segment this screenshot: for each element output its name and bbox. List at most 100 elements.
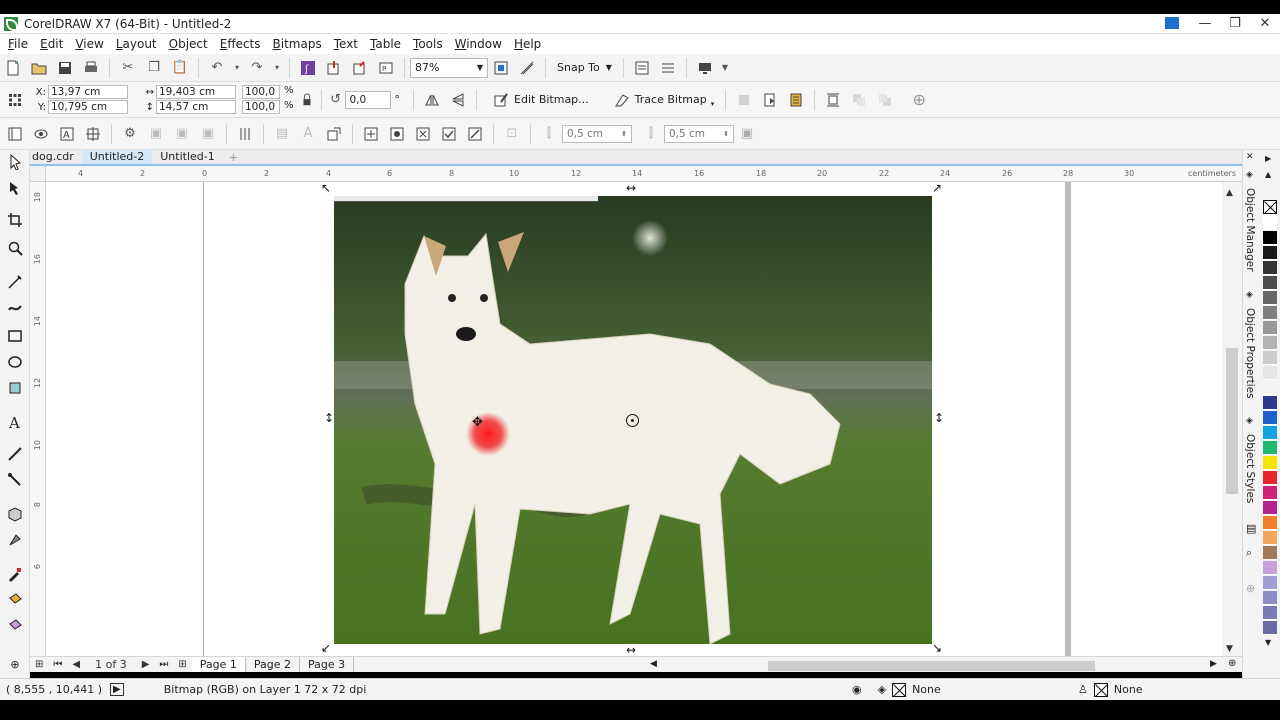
color-swatch[interactable]: [1263, 306, 1277, 320]
guidelines-icon[interactable]: [82, 123, 104, 145]
color-swatch[interactable]: [1263, 411, 1277, 425]
artistic-media-tool-icon[interactable]: [5, 298, 25, 318]
color-swatch[interactable]: [1263, 246, 1277, 260]
scale-y-input[interactable]: 100,0: [242, 100, 280, 114]
color-swatch[interactable]: [1263, 591, 1277, 605]
interactive-fill-icon[interactable]: [5, 590, 25, 610]
edit-node-icon[interactable]: [464, 123, 486, 145]
color-swatch[interactable]: [1263, 216, 1277, 230]
export-icon[interactable]: [349, 57, 371, 79]
color-swatch[interactable]: [1263, 396, 1277, 410]
page-tab-1[interactable]: Page 1: [191, 657, 246, 672]
rotation-center-marker[interactable]: [626, 414, 639, 427]
color-swatch[interactable]: [1263, 336, 1277, 350]
color-swatch[interactable]: [1263, 261, 1277, 275]
minimize-button[interactable]: —: [1190, 16, 1220, 31]
maximize-button[interactable]: ❐: [1220, 16, 1250, 31]
menu-bitmaps[interactable]: Bitmaps: [267, 37, 328, 51]
palette-scroll-down-icon[interactable]: ▼: [1265, 638, 1271, 647]
horizontal-scroll-thumb[interactable]: [768, 661, 1095, 671]
rotate-handle-bottom-right[interactable]: ↘: [932, 642, 942, 654]
fit-frame-icon[interactable]: [412, 123, 434, 145]
menu-layout[interactable]: Layout: [110, 37, 163, 51]
panel-icon[interactable]: ▤: [1246, 522, 1256, 535]
undo-icon[interactable]: ↶: [206, 57, 228, 79]
options-icon[interactable]: [631, 57, 653, 79]
align-center-icon[interactable]: [360, 123, 382, 145]
resample-icon[interactable]: [759, 89, 781, 111]
menu-table[interactable]: Table: [364, 37, 407, 51]
eyedropper-tool-icon[interactable]: [5, 564, 25, 584]
skew-handle-bottom[interactable]: ↔: [626, 644, 636, 656]
add-tab-icon[interactable]: +: [223, 151, 244, 164]
to-front-icon[interactable]: [848, 89, 870, 111]
scroll-right-icon[interactable]: ▶: [1210, 659, 1217, 669]
drawing-canvas[interactable]: ↖ ↔ ↗ ↕ ↕ ↙ ↔ ↘ ✥: [46, 182, 1222, 656]
menu-text[interactable]: Text: [328, 37, 364, 51]
color-swatch[interactable]: [1263, 471, 1277, 485]
scroll-left-icon[interactable]: ◀: [650, 659, 657, 669]
redo-dropdown-icon[interactable]: ▾: [272, 57, 282, 79]
transparency-tool-icon[interactable]: [5, 530, 25, 550]
color-swatch[interactable]: [1263, 366, 1277, 380]
docker-tab-object-manager[interactable]: Object Manager: [1244, 188, 1256, 272]
palette-scroll-up-icon[interactable]: ▲: [1265, 170, 1271, 179]
zoom-level-select[interactable]: 87% ▼: [410, 57, 488, 78]
add-tool-icon[interactable]: ⊕: [5, 654, 25, 674]
stroke-indicator[interactable]: ♙ None: [1078, 682, 1143, 697]
no-color-swatch[interactable]: [1263, 200, 1277, 214]
rotate-handle-top-left[interactable]: ↖: [321, 182, 331, 194]
tab-untitled-2[interactable]: Untitled-2: [81, 150, 153, 164]
menu-edit[interactable]: Edit: [34, 37, 69, 51]
application-launcher-icon[interactable]: [657, 57, 679, 79]
menu-window[interactable]: Window: [449, 37, 508, 51]
crop-bitmap-icon[interactable]: [733, 89, 755, 111]
full-screen-icon[interactable]: [490, 57, 512, 79]
undo-dropdown-icon[interactable]: ▾: [232, 57, 242, 79]
pick-tool-icon[interactable]: [5, 152, 25, 172]
offset-options-icon[interactable]: ▣: [736, 123, 758, 145]
page-tab-3[interactable]: Page 3: [300, 657, 355, 672]
menu-tools[interactable]: Tools: [407, 37, 449, 51]
polygon-tool-icon[interactable]: [5, 378, 25, 398]
horizontal-scrollbar[interactable]: ◀ ▶ ⊕: [650, 658, 1250, 671]
connector-tool-icon[interactable]: [5, 470, 25, 490]
vertical-scrollbar[interactable]: ▲ ▼: [1222, 182, 1242, 656]
page-tab-2[interactable]: Page 2: [246, 657, 301, 672]
vertical-scroll-thumb[interactable]: [1226, 348, 1238, 494]
color-swatch[interactable]: [1263, 381, 1277, 395]
bitmap-color-mask-icon[interactable]: [785, 89, 807, 111]
docker-tab-object-properties[interactable]: Object Properties: [1244, 308, 1256, 399]
color-swatch[interactable]: [1263, 351, 1277, 365]
search-icon[interactable]: ⌕: [1246, 546, 1252, 560]
y-position-input[interactable]: 10,795 cm: [48, 100, 128, 114]
docker-tab-object-styles[interactable]: Object Styles: [1244, 434, 1256, 503]
paste-icon[interactable]: 📋: [169, 57, 191, 79]
close-icon[interactable]: ✕: [1246, 152, 1254, 162]
object-origin-icon[interactable]: [4, 89, 26, 111]
search-content-icon[interactable]: ʃ: [297, 57, 319, 79]
redo-icon[interactable]: ↷: [246, 57, 268, 79]
view-icon[interactable]: [30, 123, 52, 145]
zoom-navigator-icon[interactable]: ⊕: [1228, 658, 1236, 669]
horizontal-offset-input[interactable]: 0,5 cm ⬍: [562, 124, 632, 143]
menu-object[interactable]: Object: [163, 37, 214, 51]
previous-page-icon[interactable]: ◀: [72, 659, 80, 670]
scroll-up-icon[interactable]: ▲: [1226, 188, 1233, 198]
wrap-text-icon[interactable]: [822, 89, 844, 111]
dimension-tool-icon[interactable]: [5, 444, 25, 464]
freehand-tool-icon[interactable]: [5, 272, 25, 292]
check-icon[interactable]: [438, 123, 460, 145]
open-folder-icon[interactable]: [28, 57, 50, 79]
color-swatch[interactable]: [1263, 321, 1277, 335]
width-input[interactable]: 19,403 cm: [156, 85, 236, 99]
color-swatch[interactable]: [1263, 231, 1277, 245]
display-icon[interactable]: [694, 57, 716, 79]
color-swatch[interactable]: [1263, 276, 1277, 290]
color-swatch[interactable]: [1263, 426, 1277, 440]
show-rulers-icon[interactable]: [516, 57, 538, 79]
color-swatch[interactable]: [1263, 561, 1277, 575]
menu-effects[interactable]: Effects: [214, 37, 267, 51]
color-swatch[interactable]: [1263, 486, 1277, 500]
to-back-icon[interactable]: [874, 89, 896, 111]
